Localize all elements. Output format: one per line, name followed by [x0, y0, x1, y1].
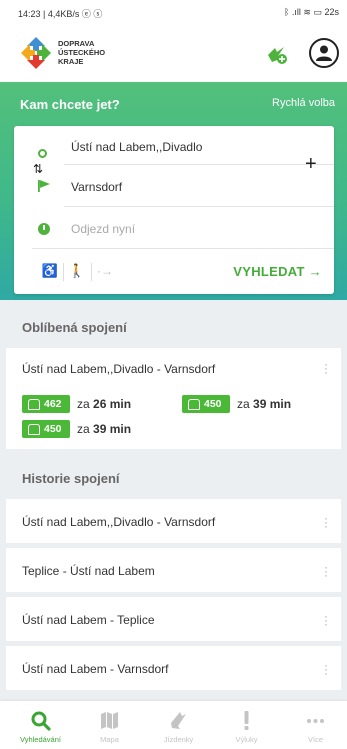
logo-arrows-icon: [21, 37, 51, 69]
history-route: Ústí nad Labem,,Divadlo - Varnsdorf: [22, 515, 216, 529]
history-title: Historie spojení: [22, 471, 120, 486]
departure-time-field[interactable]: Odjezd nyní: [71, 222, 135, 236]
origin-dot-icon: [38, 149, 47, 158]
history-route: Teplice - Ústí nad Labem: [22, 564, 155, 578]
user-icon: [316, 45, 332, 61]
history-route: Ústí nad Labem - Teplice: [22, 613, 155, 627]
origin-field[interactable]: Ústí nad Labem,,Divadlo: [71, 140, 202, 154]
favorites-header: Oblíbená spojení: [0, 306, 347, 348]
logo-line: ÚSTECKÉHO: [58, 48, 106, 57]
alert-icon: [244, 711, 249, 730]
search-form: ⇅ Ústí nad Labem,,Divadlo Varnsdorf + Od…: [14, 126, 334, 294]
history-route: Ústí nad Labem - Varnsdorf: [22, 662, 169, 676]
bus-line-badge: 450: [182, 395, 230, 413]
clock-icon: [38, 223, 50, 235]
swap-icon[interactable]: ⇅: [33, 162, 43, 176]
user-profile-button[interactable]: [309, 38, 339, 68]
nav-label: Vyhledávání: [19, 735, 61, 744]
kebab-menu-icon[interactable]: · · ·: [321, 659, 331, 679]
wheelchair-icon[interactable]: ♿: [39, 260, 61, 282]
departure-time: za 26 min: [77, 397, 131, 411]
kebab-menu-icon[interactable]: · · ·: [321, 610, 331, 630]
bottom-navigation: Vyhledávání Mapa Jízdenky Výluky Více: [0, 701, 347, 749]
status-left: 14:23 | 4,4KB/s ⓔ ⓢ: [18, 9, 103, 19]
logo-line: KRAJE: [58, 57, 84, 66]
status-right: ᛒ .ıll ≋ ▭ 22s: [284, 7, 339, 17]
nav-label: Více: [307, 735, 323, 744]
add-via-button[interactable]: +: [305, 154, 317, 174]
history-item[interactable]: Ústí nad Labem - Teplice · · ·: [6, 597, 341, 641]
departure-time: za 39 min: [237, 397, 291, 411]
walking-icon[interactable]: 🚶: [66, 260, 88, 282]
departure-prefix: za: [77, 422, 90, 436]
nav-item-map[interactable]: Mapa: [75, 701, 144, 749]
bus-line-badge: 462: [22, 395, 70, 413]
divider: [32, 248, 334, 249]
departure-prefix: za: [77, 397, 90, 411]
departure-time: za 39 min: [77, 422, 131, 436]
destination-field[interactable]: Varnsdorf: [71, 180, 122, 194]
kebab-menu-icon[interactable]: · · ·: [321, 512, 331, 532]
favorites-title: Oblíbená spojení: [22, 320, 127, 335]
app-logo: DOPRAVA ÚSTECKÉHO KRAJE: [20, 36, 130, 72]
divider: [63, 263, 64, 281]
app-header: DOPRAVA ÚSTECKÉHO KRAJE: [0, 24, 347, 82]
bus-line-badge: 450: [22, 420, 70, 438]
status-bar: 14:23 | 4,4KB/s ⓔ ⓢ ᛒ .ıll ≋ ▭ 22s: [0, 0, 347, 24]
ticket-icon: [171, 712, 186, 729]
departure-minutes: 39 min: [93, 422, 132, 436]
history-header: Historie spojení: [0, 457, 347, 499]
logo-text: DOPRAVA ÚSTECKÉHO KRAJE: [58, 39, 105, 66]
history-item[interactable]: Ústí nad Labem,,Divadlo - Varnsdorf · · ·: [6, 499, 341, 543]
nav-item-search[interactable]: Vyhledávání: [6, 701, 75, 749]
search-icon: [31, 711, 51, 731]
favorite-connection-card[interactable]: Ústí nad Labem,,Divadlo - Varnsdorf · · · …: [6, 348, 341, 449]
divider: [64, 206, 334, 207]
search-button[interactable]: VYHLEDAT →: [233, 264, 322, 279]
add-favorite-icon[interactable]: [266, 43, 288, 65]
departure-prefix: za: [237, 397, 250, 411]
destination-flag-icon: [38, 180, 50, 192]
logo-line: DOPRAVA: [58, 39, 95, 48]
quick-select-link[interactable]: Rychlá volba: [272, 97, 335, 109]
nav-item-tickets[interactable]: Jízdenky: [144, 701, 213, 749]
departure-minutes: 26 min: [93, 397, 132, 411]
kebab-menu-icon[interactable]: · · ·: [321, 561, 331, 581]
kebab-menu-icon[interactable]: · · ·: [321, 358, 331, 378]
nav-label: Mapa: [100, 735, 119, 744]
direct-connection-icon[interactable]: ·→: [94, 260, 116, 282]
departure-minutes: 39 min: [253, 397, 292, 411]
history-item[interactable]: Teplice - Ústí nad Labem · · ·: [6, 548, 341, 592]
divider: [91, 263, 92, 281]
divider: [64, 164, 334, 165]
nav-label: Výluky: [235, 735, 258, 744]
more-icon: [307, 719, 324, 723]
hero-title: Kam chcete jet?: [20, 97, 120, 112]
map-icon: [101, 712, 118, 729]
history-item[interactable]: Ústí nad Labem - Varnsdorf · · ·: [6, 646, 341, 690]
nav-item-closures[interactable]: Výluky: [212, 701, 281, 749]
nav-item-more[interactable]: Více: [281, 701, 347, 749]
favorite-route: Ústí nad Labem,,Divadlo - Varnsdorf: [22, 362, 216, 376]
nav-label: Jízdenky: [163, 735, 194, 744]
